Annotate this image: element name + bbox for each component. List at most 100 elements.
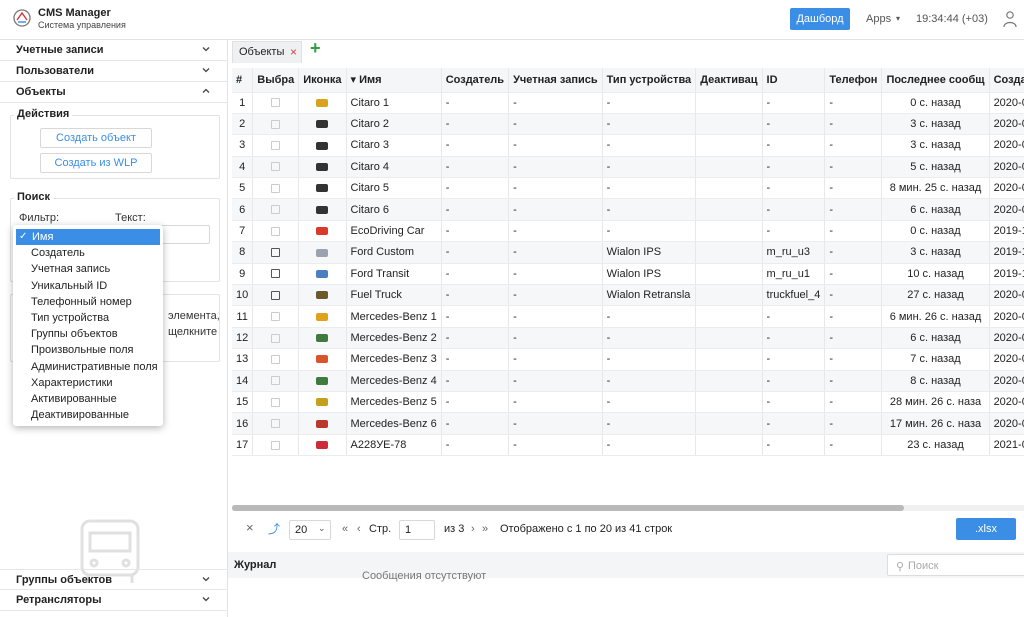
- row-select-checkbox[interactable]: [252, 434, 300, 457]
- checkbox[interactable]: [271, 205, 281, 215]
- filter-option[interactable]: Тип устройства: [16, 310, 160, 326]
- column-header[interactable]: Иконка: [298, 68, 347, 93]
- column-header[interactable]: Выбра: [252, 68, 300, 93]
- object-name[interactable]: Citaro 6: [346, 198, 442, 221]
- checkbox[interactable]: [271, 354, 281, 364]
- caret-down-icon[interactable]: ▾: [896, 14, 900, 23]
- tab-objects[interactable]: Объекты ×: [232, 41, 302, 63]
- filter-option[interactable]: Имя: [16, 229, 160, 245]
- checkbox[interactable]: [271, 269, 281, 279]
- add-tab-icon[interactable]: +: [310, 38, 321, 59]
- create-from-wlp-button[interactable]: Создать из WLP: [40, 153, 152, 173]
- filter-option[interactable]: Телефонный номер: [16, 294, 160, 310]
- page-number-input[interactable]: 1: [399, 520, 435, 540]
- checkbox[interactable]: [271, 397, 281, 407]
- row-select-checkbox[interactable]: [252, 327, 300, 350]
- checkbox[interactable]: [271, 98, 281, 108]
- column-header[interactable]: Учетная запись: [508, 68, 603, 93]
- table-row[interactable]: 2Citaro 2-----3 с. назад2020-02-28 12:45…: [232, 113, 1024, 136]
- first-page-icon[interactable]: «: [342, 523, 348, 535]
- table-row[interactable]: 12Mercedes-Benz 2-----6 с. назад2020-02-…: [232, 327, 1024, 350]
- prev-page-icon[interactable]: ‹: [357, 523, 361, 535]
- filter-dropdown[interactable]: ✓ Имя Создатель Учетная запись Уникальный I…: [13, 225, 163, 426]
- table-row[interactable]: 13Mercedes-Benz 3-----7 с. назад2020-02-…: [232, 348, 1024, 371]
- object-name[interactable]: Citaro 1: [346, 92, 442, 114]
- filter-option[interactable]: Активированные: [16, 391, 160, 407]
- chevron-up-icon[interactable]: [201, 86, 211, 96]
- filter-option[interactable]: Учетная запись: [16, 261, 160, 277]
- chevron-down-icon[interactable]: [201, 574, 211, 584]
- section-accounts[interactable]: Учетные записи: [0, 40, 228, 61]
- column-header[interactable]: Телефон: [824, 68, 883, 93]
- checkbox[interactable]: [271, 312, 281, 322]
- column-header[interactable]: ▾ Имя: [346, 68, 442, 93]
- row-select-checkbox[interactable]: [252, 92, 300, 114]
- table-row[interactable]: 5Citaro 5-----8 мин. 25 с. назад2020-02-…: [232, 177, 1024, 200]
- object-name[interactable]: Mercedes-Benz 5: [346, 391, 442, 414]
- object-name[interactable]: Ford Transit: [346, 263, 442, 286]
- table-row[interactable]: 16 Mercedes-Benz 6- - - - -17 мин. 26 с. наза…: [232, 412, 1024, 435]
- journal-search-input[interactable]: ⚲ Поиск: [887, 554, 1024, 576]
- filter-option[interactable]: Создатель: [16, 245, 160, 261]
- column-header[interactable]: #: [232, 68, 254, 93]
- table-row[interactable]: 4Citaro 4-----5 с. назад2020-02-28 12:46…: [232, 156, 1024, 179]
- filter-option[interactable]: Характеристики: [16, 375, 160, 391]
- table-row[interactable]: 8 Ford Custom - - Wialon IPS m_ru_u3-3 с. наз…: [232, 241, 1024, 264]
- object-name[interactable]: Mercedes-Benz 6: [346, 412, 442, 435]
- row-select-checkbox[interactable]: [252, 220, 300, 243]
- export-xlsx-button[interactable]: .xlsx: [956, 518, 1016, 540]
- row-select-checkbox[interactable]: [252, 305, 300, 328]
- checkbox[interactable]: [271, 183, 281, 193]
- row-select-checkbox[interactable]: [252, 241, 300, 264]
- scrollbar-thumb[interactable]: [232, 505, 904, 511]
- last-page-icon[interactable]: »: [482, 523, 488, 535]
- row-select-checkbox[interactable]: [252, 134, 300, 157]
- row-select-checkbox[interactable]: [252, 348, 300, 371]
- checkbox[interactable]: [271, 419, 281, 429]
- column-header[interactable]: Создатель: [441, 68, 510, 93]
- table-row[interactable]: 10 Fuel Truck - - Wialon Retransla truckfuel_…: [232, 284, 1024, 307]
- row-select-checkbox[interactable]: [252, 391, 300, 414]
- user-icon[interactable]: [1003, 10, 1017, 28]
- object-name[interactable]: Mercedes-Benz 2: [346, 327, 442, 350]
- table-row[interactable]: 17А228УЕ-78-----23 с. назад2021-05-31 16…: [232, 434, 1024, 457]
- filter-option[interactable]: Произвольные поля: [16, 342, 160, 358]
- dashboard-button[interactable]: Дашборд: [790, 8, 850, 30]
- table-row[interactable]: 9 Ford Transit - - Wialon IPS m_ru_u1-10 с. н…: [232, 263, 1024, 286]
- refresh-icon[interactable]: ⤴: [268, 520, 280, 537]
- next-page-icon[interactable]: ›: [471, 523, 475, 535]
- object-name[interactable]: EcoDriving Car: [346, 220, 442, 243]
- table-row[interactable]: 11 Mercedes-Benz 1-----6 мин. 26 с. назад…: [232, 305, 1024, 328]
- table-row[interactable]: 6Citaro 6-----6 с. назад2020-02-28 12:46…: [232, 198, 1024, 221]
- row-select-checkbox[interactable]: [252, 113, 300, 136]
- clear-selection-icon[interactable]: ×: [246, 520, 254, 535]
- create-object-button[interactable]: Создать объект: [40, 128, 152, 148]
- table-row[interactable]: 15 Mercedes-Benz 5- - - - -28 мин. 26 с. наза…: [232, 391, 1024, 414]
- column-header[interactable]: Создан: [989, 68, 1024, 93]
- object-name[interactable]: Citaro 4: [346, 156, 442, 179]
- column-header[interactable]: ID: [762, 68, 826, 93]
- column-header[interactable]: Последнее сообщ: [881, 68, 990, 93]
- horizontal-scrollbar[interactable]: [232, 505, 1024, 511]
- table-row[interactable]: 1Citaro 1-----0 с. назад2020-02-28 12:44…: [232, 92, 1024, 114]
- checkbox[interactable]: [271, 162, 281, 172]
- section-object-groups[interactable]: Группы объектов: [0, 569, 228, 590]
- close-icon[interactable]: ×: [290, 45, 297, 59]
- object-name[interactable]: Citaro 2: [346, 113, 442, 136]
- object-name[interactable]: Mercedes-Benz 1: [346, 305, 442, 328]
- column-header[interactable]: Тип устройства: [602, 68, 697, 93]
- object-name[interactable]: Ford Custom: [346, 241, 442, 264]
- apps-menu[interactable]: Apps: [866, 13, 891, 25]
- chevron-down-icon[interactable]: [201, 65, 211, 75]
- filter-option[interactable]: Уникальный ID: [16, 278, 160, 294]
- filter-option[interactable]: Административные поля: [16, 359, 160, 375]
- object-name[interactable]: Citaro 5: [346, 177, 442, 200]
- row-select-checkbox[interactable]: [252, 156, 300, 179]
- row-select-checkbox[interactable]: [252, 370, 300, 392]
- object-name[interactable]: Fuel Truck: [346, 284, 442, 307]
- checkbox[interactable]: [271, 376, 281, 386]
- filter-option[interactable]: Группы объектов: [16, 326, 160, 342]
- table-row[interactable]: 7EcoDriving Car-----0 с. назад2019-10-29…: [232, 220, 1024, 243]
- section-users[interactable]: Пользователи: [0, 61, 228, 82]
- table-row[interactable]: 3Citaro 3-----3 с. назад2020-02-28 12:45…: [232, 134, 1024, 157]
